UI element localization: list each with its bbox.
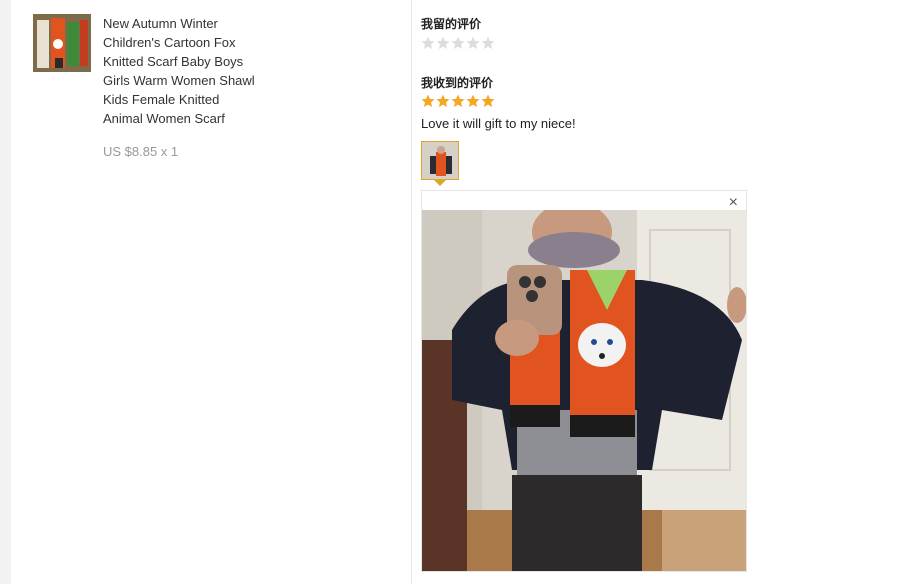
star-empty-icon	[481, 36, 495, 49]
product-title-line: Knitted Scarf Baby Boys	[103, 54, 244, 69]
star-empty-icon	[436, 36, 450, 49]
photo-preview-panel: ×	[421, 190, 747, 572]
scarf-image	[33, 14, 91, 72]
product-title[interactable]: New Autumn Winter Children's Cartoon Fox…	[103, 14, 283, 128]
left-gutter	[0, 0, 11, 584]
received-review-stars	[421, 94, 495, 108]
review-photo-large[interactable]	[422, 210, 746, 571]
product-title-line: Girls Warm Women Shawl	[103, 73, 255, 88]
star-empty-icon	[466, 36, 480, 49]
star-filled-icon	[451, 94, 465, 107]
review-text: Love it will gift to my niece!	[421, 116, 576, 131]
star-filled-icon	[421, 94, 435, 107]
review-photo-large-image	[422, 210, 746, 571]
review-photo-thumb-image	[422, 142, 458, 179]
thumbnail-caret	[434, 180, 446, 186]
product-thumbnail[interactable]	[33, 14, 91, 72]
product-title-line: Kids Female Knitted	[103, 92, 220, 107]
star-filled-icon	[466, 94, 480, 107]
product-title-line: New Autumn Winter	[103, 16, 218, 31]
my-review-stars	[421, 36, 495, 50]
star-empty-icon	[421, 36, 435, 49]
review-photo-thumbnail[interactable]	[421, 141, 459, 180]
product-title-line: Children's Cartoon Fox	[103, 35, 236, 50]
star-filled-icon	[481, 94, 495, 107]
received-review-heading: 我收到的评价	[421, 76, 494, 90]
my-review-heading: 我留的评价	[421, 17, 482, 31]
star-filled-icon	[436, 94, 450, 107]
product-title-line: Animal Women Scarf	[103, 111, 225, 126]
column-divider	[411, 0, 412, 584]
star-empty-icon	[451, 36, 465, 49]
product-price: US $8.85 x 1	[103, 144, 179, 159]
